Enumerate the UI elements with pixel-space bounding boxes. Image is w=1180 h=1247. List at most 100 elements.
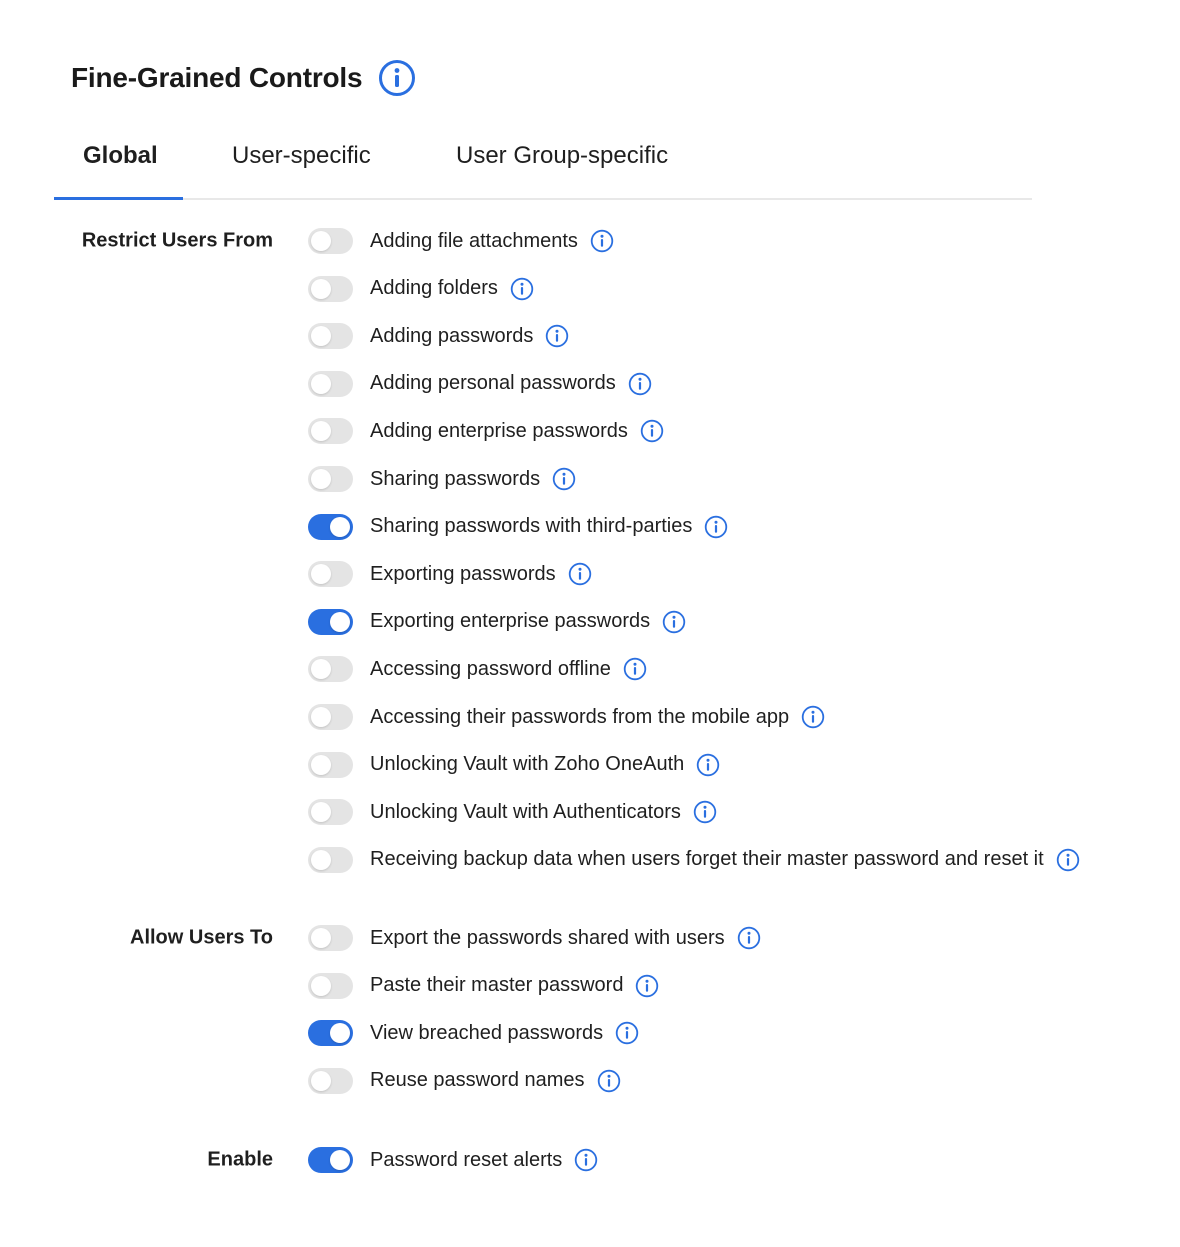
setting-label: Receiving backup data when users forget … bbox=[370, 848, 1044, 871]
info-icon[interactable] bbox=[615, 1021, 639, 1045]
toggle-switch[interactable] bbox=[308, 925, 353, 951]
page-title: Fine-Grained Controls bbox=[71, 62, 363, 93]
section-label-restrict-users-from: Restrict Users From bbox=[81, 229, 273, 252]
toggle-switch[interactable] bbox=[308, 799, 353, 826]
toggle-knob bbox=[311, 849, 331, 870]
setting-row: Exporting enterprise passwords bbox=[308, 607, 686, 637]
toggle-switch[interactable] bbox=[308, 1020, 353, 1047]
setting-label: Unlocking Vault with Zoho OneAuth bbox=[370, 753, 685, 776]
toggle-knob bbox=[330, 1150, 350, 1170]
info-icon[interactable] bbox=[1056, 848, 1080, 872]
setting-label: View breached passwords bbox=[370, 1021, 604, 1044]
info-icon[interactable] bbox=[696, 753, 720, 777]
toggle-switch[interactable] bbox=[308, 370, 353, 397]
section-label-allow-users-to: Allow Users To bbox=[130, 926, 273, 949]
toggle-knob bbox=[311, 659, 331, 680]
toggle-switch[interactable] bbox=[308, 418, 353, 445]
info-icon[interactable] bbox=[510, 277, 534, 301]
setting-row: Export the passwords shared with users bbox=[308, 923, 761, 953]
setting-row: Unlocking Vault with Zoho OneAuth bbox=[308, 750, 720, 780]
toggle-knob bbox=[330, 611, 350, 632]
setting-row: Sharing passwords bbox=[308, 464, 576, 494]
info-icon[interactable] bbox=[801, 705, 825, 729]
toggle-switch[interactable] bbox=[308, 751, 353, 778]
toggle-knob bbox=[311, 754, 331, 775]
toggle-knob bbox=[311, 564, 331, 585]
toggle-switch[interactable] bbox=[308, 846, 353, 873]
toggle-switch[interactable] bbox=[308, 656, 353, 683]
section-label-enable: Enable bbox=[207, 1148, 273, 1171]
setting-row: View breached passwords bbox=[308, 1018, 639, 1048]
info-icon[interactable] bbox=[597, 1069, 621, 1093]
info-icon[interactable] bbox=[552, 467, 576, 491]
setting-label: Adding folders bbox=[370, 277, 498, 300]
tab-user-specific[interactable]: User-specific bbox=[232, 142, 371, 170]
setting-label: Adding personal passwords bbox=[370, 372, 616, 395]
info-icon[interactable] bbox=[640, 419, 664, 443]
toggle-switch[interactable] bbox=[308, 561, 353, 588]
info-icon[interactable] bbox=[704, 515, 728, 539]
info-icon[interactable] bbox=[693, 800, 717, 824]
info-icon[interactable] bbox=[635, 974, 659, 998]
info-icon[interactable] bbox=[545, 324, 569, 348]
toggle-knob bbox=[311, 278, 331, 299]
toggle-switch[interactable] bbox=[308, 513, 353, 540]
tab-bar: Global User-specific User Group-specific bbox=[54, 130, 1032, 200]
toggle-knob bbox=[330, 1023, 350, 1044]
tab-user-group-specific[interactable]: User Group-specific bbox=[456, 142, 668, 170]
setting-row: Exporting passwords bbox=[308, 559, 592, 589]
tab-global[interactable]: Global bbox=[83, 142, 158, 170]
setting-row: Adding file attachments bbox=[308, 226, 614, 256]
active-tab-indicator bbox=[54, 197, 183, 200]
toggle-knob bbox=[311, 928, 331, 948]
info-icon[interactable] bbox=[737, 926, 761, 950]
info-icon[interactable] bbox=[574, 1148, 598, 1172]
setting-label: Paste their master password bbox=[370, 974, 624, 997]
setting-row: Accessing password offline bbox=[308, 654, 647, 684]
setting-row: Receiving backup data when users forget … bbox=[308, 845, 1080, 875]
info-icon[interactable] bbox=[628, 372, 652, 396]
info-icon[interactable] bbox=[590, 229, 614, 253]
toggle-switch[interactable] bbox=[308, 972, 353, 999]
setting-row: Adding personal passwords bbox=[308, 369, 652, 399]
info-icon[interactable] bbox=[568, 562, 592, 586]
toggle-switch[interactable] bbox=[308, 608, 353, 635]
setting-label: Accessing their passwords from the mobil… bbox=[370, 705, 790, 728]
setting-row: Unlocking Vault with Authenticators bbox=[308, 797, 717, 827]
toggle-switch[interactable] bbox=[308, 704, 353, 730]
setting-row: Adding folders bbox=[308, 274, 534, 304]
setting-row: Paste their master password bbox=[308, 971, 659, 1001]
info-icon[interactable] bbox=[378, 59, 416, 97]
info-icon[interactable] bbox=[623, 657, 647, 681]
setting-label: Adding passwords bbox=[370, 324, 534, 347]
toggle-knob bbox=[311, 421, 331, 442]
toggle-knob bbox=[330, 516, 350, 537]
setting-row: Password reset alerts bbox=[308, 1145, 598, 1175]
toggle-knob bbox=[311, 707, 331, 727]
setting-label: Exporting enterprise passwords bbox=[370, 610, 651, 633]
toggle-knob bbox=[311, 231, 331, 251]
setting-label: Sharing passwords with third-parties bbox=[370, 515, 693, 538]
toggle-switch[interactable] bbox=[308, 275, 353, 302]
setting-row: Accessing their passwords from the mobil… bbox=[308, 702, 825, 732]
setting-label: Adding file attachments bbox=[370, 229, 578, 252]
setting-label: Unlocking Vault with Authenticators bbox=[370, 800, 681, 823]
toggle-switch[interactable] bbox=[308, 1067, 353, 1094]
setting-row: Adding enterprise passwords bbox=[308, 416, 664, 446]
toggle-switch[interactable] bbox=[308, 323, 353, 350]
setting-row: Adding passwords bbox=[308, 321, 569, 351]
page-header: Fine-Grained Controls bbox=[71, 58, 416, 98]
toggle-knob bbox=[311, 975, 331, 996]
toggle-knob bbox=[311, 469, 331, 489]
toggle-knob bbox=[311, 373, 331, 394]
toggle-switch[interactable] bbox=[308, 228, 353, 254]
setting-label: Sharing passwords bbox=[370, 467, 541, 490]
toggle-switch[interactable] bbox=[308, 1147, 353, 1173]
info-icon[interactable] bbox=[662, 610, 686, 634]
setting-label: Password reset alerts bbox=[370, 1148, 563, 1171]
toggle-switch[interactable] bbox=[308, 466, 353, 492]
toggle-knob bbox=[311, 1070, 331, 1091]
setting-row: Reuse password names bbox=[308, 1066, 621, 1096]
setting-row: Sharing passwords with third-parties bbox=[308, 512, 728, 542]
setting-label: Export the passwords shared with users bbox=[370, 926, 725, 949]
